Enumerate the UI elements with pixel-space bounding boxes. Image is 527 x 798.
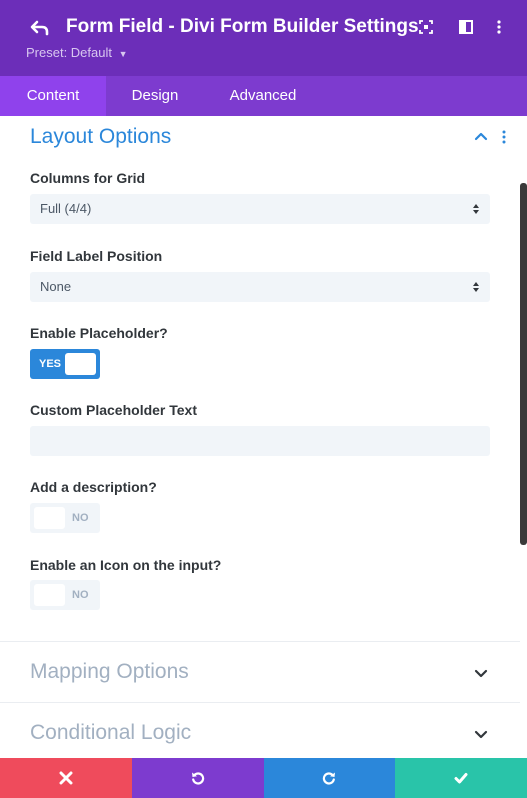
custom-placeholder-input[interactable] [30,426,490,456]
tab-bar: Content Design Advanced [0,76,527,116]
toggle-state-text: NO [72,589,89,601]
check-icon [454,773,468,784]
section-title-conditional-logic[interactable]: Conditional Logic [30,721,191,745]
tab-advanced[interactable]: Advanced [204,76,322,116]
enable-icon-label: Enable an Icon on the input? [30,557,222,573]
chevron-down-icon[interactable] [474,727,488,741]
preset-dropdown[interactable]: Preset: Default ▼ [26,45,128,60]
label-position-label: Field Label Position [30,248,163,264]
redo-icon [322,772,335,785]
enable-placeholder-label: Enable Placeholder? [30,325,168,341]
undo-icon [192,772,205,785]
split-view-icon[interactable] [458,19,474,35]
add-description-toggle[interactable]: NO [30,503,100,533]
label-position-select[interactable]: None [30,272,490,302]
columns-grid-label: Columns for Grid [30,170,146,186]
select-arrows-icon [473,282,479,292]
save-button[interactable] [395,758,527,798]
add-description-label: Add a description? [30,479,157,495]
back-icon[interactable] [30,18,50,38]
focus-mode-icon[interactable] [418,19,434,35]
columns-grid-value: Full (4/4) [40,201,92,216]
label-position-value: None [40,279,72,294]
toggle-state-text: YES [39,358,62,370]
settings-header: Form Field - Divi Form Builder Settings … [0,0,527,76]
redo-button[interactable] [264,758,395,798]
chevron-up-icon[interactable] [474,129,488,143]
settings-content: Layout Options Columns for Grid Full (4/… [0,116,527,758]
section-divider [0,641,520,642]
toggle-knob [65,353,96,375]
columns-grid-select[interactable]: Full (4/4) [30,194,490,224]
close-icon [59,771,73,785]
caret-down-icon: ▼ [118,49,128,59]
toggle-state-text: NO [72,512,89,524]
tab-content[interactable]: Content [0,76,106,116]
undo-button[interactable] [132,758,264,798]
discard-button[interactable] [0,758,132,798]
custom-placeholder-label: Custom Placeholder Text [30,402,198,418]
more-options-icon[interactable] [491,19,507,35]
chevron-down-icon[interactable] [474,666,488,680]
footer-actions [0,758,527,798]
enable-placeholder-toggle[interactable]: YES [30,349,100,379]
section-title-layout-options[interactable]: Layout Options [30,125,171,149]
enable-icon-toggle[interactable]: NO [30,580,100,610]
modal-title: Form Field - Divi Form Builder Settings [66,16,419,37]
toggle-knob [34,584,65,606]
preset-label: Preset: Default [26,45,112,60]
section-divider [0,702,520,703]
toggle-knob [34,507,65,529]
scrollbar[interactable] [520,183,527,545]
section-menu-icon[interactable] [498,129,510,145]
select-arrows-icon [473,204,479,214]
tab-design[interactable]: Design [106,76,204,116]
section-title-mapping-options[interactable]: Mapping Options [30,660,189,684]
